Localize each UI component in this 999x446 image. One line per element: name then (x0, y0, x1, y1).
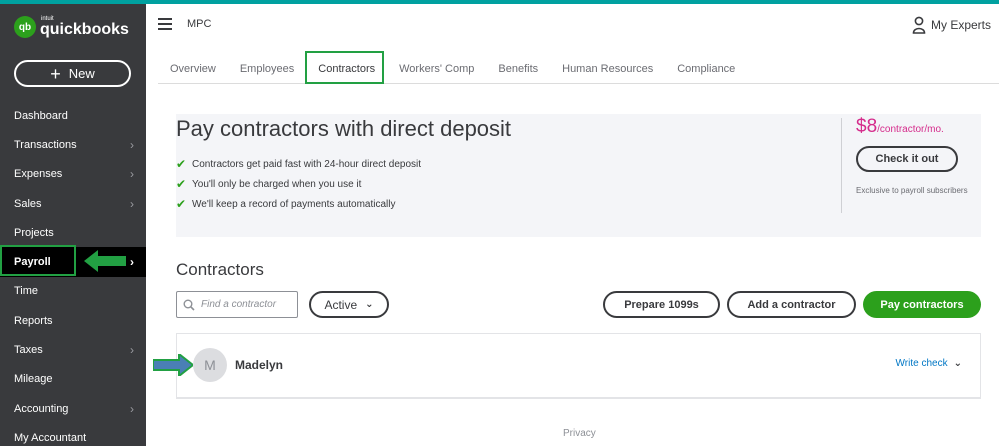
price-unit: /contractor/mo. (877, 124, 944, 135)
sidebar-item-label: Dashboard (14, 109, 68, 122)
promo-bullet-text: You'll only be charged when you use it (192, 178, 362, 190)
check-it-out-button[interactable]: Check it out (856, 146, 958, 172)
contractor-name[interactable]: Madelyn (235, 358, 283, 372)
write-check-label: Write check (895, 358, 948, 369)
sidebar-item-taxes[interactable]: Taxes › (0, 335, 146, 364)
checkmark-icon: ✔ (176, 177, 187, 191)
new-button-label: New (68, 66, 95, 81)
chevron-right-icon: › (130, 401, 134, 416)
sidebar-item-mileage[interactable]: Mileage (0, 365, 146, 394)
my-experts-button[interactable]: My Experts (912, 16, 991, 34)
avatar: M (193, 348, 227, 382)
pay-contractors-button[interactable]: Pay contractors (863, 291, 981, 318)
sidebar-item-label: Transactions (14, 138, 77, 151)
company-name: MPC (187, 18, 212, 30)
promo-price: $8/contractor/mo. (856, 116, 944, 138)
chevron-down-icon: ⌄ (365, 299, 374, 310)
sidebar-nav: Dashboard Transactions › Expenses › Sale… (0, 101, 146, 446)
sidebar-item-label: My Accountant (14, 431, 87, 444)
contractors-tab-highlight-box (305, 50, 385, 84)
my-experts-label: My Experts (930, 18, 991, 32)
annotation-arrow-right-icon (153, 354, 193, 376)
sidebar-item-label: Taxes (14, 344, 43, 357)
plus-icon: + (50, 63, 61, 84)
chevron-right-icon: › (130, 167, 134, 182)
price-amount: $8 (856, 116, 878, 137)
hamburger-menu-icon[interactable] (158, 18, 172, 30)
tab-employees[interactable]: Employees (240, 63, 294, 75)
promo-divider (841, 118, 842, 213)
write-check-action[interactable]: Write check ⌄ (896, 358, 962, 369)
sidebar-item-projects[interactable]: Projects (0, 218, 146, 247)
tab-benefits[interactable]: Benefits (498, 63, 538, 75)
promo-bullet: ✔ You'll only be charged when you use it (176, 174, 421, 194)
sidebar-item-label: Accounting (14, 402, 69, 415)
sidebar-item-label: Reports (14, 314, 53, 327)
tab-compliance[interactable]: Compliance (677, 63, 735, 75)
sidebar-item-label: Time (14, 285, 39, 298)
tab-human-resources[interactable]: Human Resources (562, 63, 653, 75)
new-button[interactable]: + New (14, 60, 131, 87)
sidebar-item-dashboard[interactable]: Dashboard (0, 101, 146, 130)
prepare-1099s-button[interactable]: Prepare 1099s (603, 291, 720, 318)
status-filter-value: Active (324, 297, 358, 312)
contractors-section-title: Contractors (176, 260, 264, 279)
sidebar-item-expenses[interactable]: Expenses › (0, 160, 146, 189)
direct-deposit-promo: Pay contractors with direct deposit ✔ Co… (176, 114, 981, 237)
sidebar-item-label: Projects (14, 226, 54, 239)
person-icon (912, 16, 926, 34)
sidebar-item-accounting[interactable]: Accounting › (0, 394, 146, 423)
sidebar-item-label: Sales (14, 197, 42, 210)
promo-bullet-text: We'll keep a record of payments automati… (192, 198, 396, 210)
sidebar: qb intuit quickbooks + New Dashboard Tra… (0, 4, 146, 446)
checkmark-icon: ✔ (176, 197, 187, 211)
sidebar-item-sales[interactable]: Sales › (0, 189, 146, 218)
chevron-right-icon: › (130, 343, 134, 358)
payroll-tabs: Overview Employees Contractors Workers' … (158, 50, 999, 84)
search-icon (183, 299, 195, 311)
promo-note: Exclusive to payroll subscribers (856, 186, 968, 195)
checkmark-icon: ✔ (176, 157, 187, 171)
top-header: MPC My Experts (146, 4, 999, 46)
sidebar-item-my-accountant[interactable]: My Accountant (0, 423, 146, 446)
sidebar-item-time[interactable]: Time (0, 277, 146, 306)
chevron-right-icon: › (130, 137, 134, 152)
sidebar-item-payroll[interactable]: Payroll › (0, 245, 146, 277)
chevron-right-icon: › (130, 196, 134, 211)
annotation-arrow-left-icon (84, 250, 126, 273)
sidebar-item-reports[interactable]: Reports (0, 306, 146, 335)
sidebar-item-label: Expenses (14, 168, 63, 181)
promo-bullet-text: Contractors get paid fast with 24-hour d… (192, 158, 422, 170)
sidebar-item-transactions[interactable]: Transactions › (0, 130, 146, 159)
promo-title: Pay contractors with direct deposit (176, 116, 512, 141)
tab-overview[interactable]: Overview (170, 63, 216, 75)
sidebar-item-label: Mileage (14, 373, 53, 386)
promo-bullet-list: ✔ Contractors get paid fast with 24-hour… (176, 154, 421, 214)
privacy-link[interactable]: Privacy (563, 428, 596, 439)
quickbooks-badge-icon: qb (14, 16, 36, 38)
logo-wordmark: quickbooks (40, 21, 129, 38)
tab-contractors[interactable]: Contractors (305, 50, 385, 84)
promo-bullet: ✔ We'll keep a record of payments automa… (176, 194, 421, 214)
payroll-highlight-box (0, 245, 76, 277)
chevron-down-icon[interactable]: ⌄ (954, 358, 962, 369)
chevron-right-icon: › (130, 255, 134, 270)
search-input[interactable] (201, 299, 289, 310)
contractor-list: M Madelyn Write check ⌄ (153, 333, 981, 399)
status-filter-dropdown[interactable]: Active ⌄ (309, 291, 389, 318)
quickbooks-logo[interactable]: qb intuit quickbooks (14, 16, 129, 38)
contractor-search (176, 291, 298, 318)
add-contractor-button[interactable]: Add a contractor (727, 291, 856, 318)
tab-workers-comp[interactable]: Workers' Comp (399, 63, 474, 75)
promo-bullet: ✔ Contractors get paid fast with 24-hour… (176, 154, 421, 174)
